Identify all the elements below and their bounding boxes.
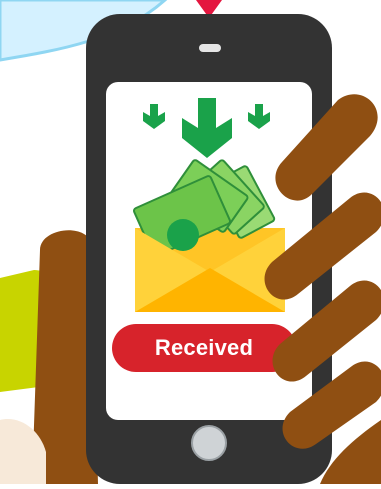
home-button-icon (191, 425, 227, 461)
status-pill (112, 324, 296, 372)
phone-speaker (199, 44, 221, 52)
payment-received-illustration: Received (0, 0, 381, 484)
illustration-svg (0, 0, 381, 484)
cash-coin (167, 219, 199, 251)
